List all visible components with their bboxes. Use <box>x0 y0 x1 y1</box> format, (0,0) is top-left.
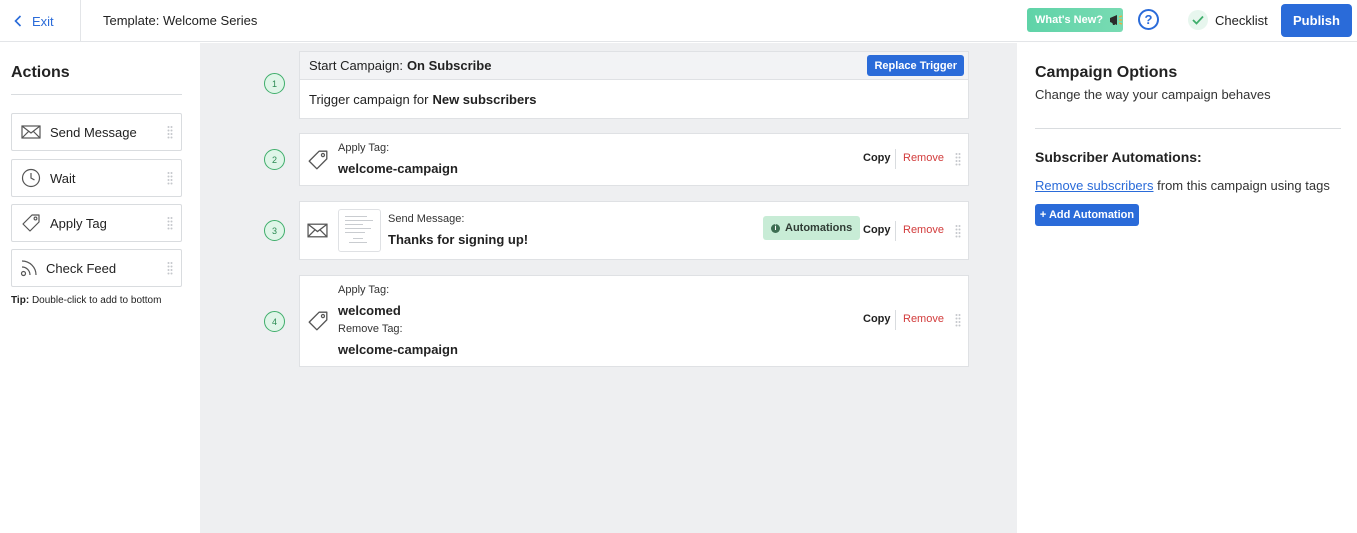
megaphone-icon <box>1110 15 1123 25</box>
subscriber-automations-text: Remove subscribers from this campaign us… <box>1035 178 1330 193</box>
tip-body: Double-click to add to bottom <box>31 295 162 306</box>
remove-button[interactable]: Remove <box>903 224 944 236</box>
action-item-send-message[interactable]: Send Message <box>11 113 182 151</box>
step-label-secondary: Remove Tag: <box>338 323 403 335</box>
action-item-label: Check Feed <box>46 260 117 276</box>
trigger-card[interactable]: Start Campaign: On Subscribe Replace Tri… <box>299 51 969 119</box>
step-number: 4 <box>264 311 285 332</box>
drag-handle-icon[interactable] <box>955 224 961 238</box>
exit-button[interactable]: Exit <box>14 0 54 42</box>
exit-label: Exit <box>32 13 54 29</box>
subscriber-automations-title: Subscriber Automations: <box>1035 149 1202 165</box>
trigger-body-value: New subscribers <box>432 92 537 107</box>
workflow-canvas: 1 Start Campaign: On Subscribe Replace T… <box>200 43 1017 533</box>
trigger-body-prefix: Trigger campaign for <box>309 92 429 107</box>
action-item-wait[interactable]: Wait <box>11 159 182 197</box>
trigger-head-value: On Subscribe <box>406 58 492 73</box>
topbar-divider <box>80 0 81 42</box>
step-value: welcome-campaign <box>338 161 458 176</box>
tip-text: Tip: Double-click to add to bottom <box>11 295 161 306</box>
check-icon <box>1188 10 1208 30</box>
remove-button[interactable]: Remove <box>903 152 944 164</box>
drag-handle-icon[interactable] <box>955 313 961 327</box>
action-item-apply-tag[interactable]: Apply Tag <box>11 204 182 242</box>
step-card-tag-change[interactable]: Apply Tag: welcomed Remove Tag: welcome-… <box>299 275 969 367</box>
step-number: 1 <box>264 73 285 94</box>
trigger-head-prefix: Start Campaign: <box>309 58 403 73</box>
rss-icon <box>20 260 37 277</box>
action-item-label: Wait <box>50 170 76 186</box>
tag-icon <box>308 150 328 170</box>
copy-button[interactable]: Copy <box>863 313 891 325</box>
campaign-options-panel: Campaign Options Change the way your cam… <box>1017 43 1357 533</box>
action-item-label: Send Message <box>50 124 137 140</box>
envelope-icon <box>21 125 41 139</box>
tag-icon <box>22 214 40 232</box>
step-value-secondary: welcome-campaign <box>338 342 458 357</box>
tag-icon <box>308 311 328 331</box>
envelope-icon <box>307 223 328 238</box>
step-value: welcomed <box>338 303 401 318</box>
step-label: Apply Tag: <box>338 142 390 154</box>
message-thumbnail[interactable] <box>338 209 381 252</box>
drag-handle-icon[interactable] <box>167 216 173 230</box>
divider <box>895 221 896 241</box>
step-number: 2 <box>264 149 285 170</box>
whats-new-label: What's New? <box>1035 14 1104 26</box>
options-title: Campaign Options <box>1035 64 1178 81</box>
remove-button[interactable]: Remove <box>903 313 944 325</box>
step-label: Send Message: <box>388 213 465 225</box>
trigger-body: Trigger campaign for New subscribers <box>309 92 537 107</box>
checklist-label: Checklist <box>1215 12 1268 28</box>
options-subtitle: Change the way your campaign behaves <box>1035 87 1271 102</box>
actions-title: Actions <box>11 64 70 81</box>
action-item-check-feed[interactable]: Check Feed <box>11 249 182 287</box>
tip-prefix: Tip: <box>11 295 30 306</box>
options-divider <box>1035 128 1341 129</box>
automations-label: Automations <box>785 222 853 234</box>
drag-handle-icon[interactable] <box>167 125 173 139</box>
chevron-left-icon <box>14 15 22 27</box>
checklist-button[interactable]: Checklist <box>1188 0 1268 40</box>
automations-badge[interactable]: i Automations <box>763 216 861 240</box>
top-bar: Exit Template: Welcome Series What's New… <box>0 0 1357 42</box>
drag-handle-icon[interactable] <box>167 261 173 275</box>
actions-divider <box>11 94 182 95</box>
actions-sidebar: Actions Send Message Wait Apply Tag Chec… <box>0 43 200 533</box>
info-icon: i <box>771 223 780 233</box>
step-number: 3 <box>264 220 285 241</box>
action-item-label: Apply Tag <box>50 215 107 231</box>
trigger-header: Start Campaign: On Subscribe Replace Tri… <box>300 52 968 80</box>
publish-button[interactable]: Publish <box>1281 4 1352 37</box>
remove-subscribers-link[interactable]: Remove subscribers <box>1035 178 1154 193</box>
template-title: Template: Welcome Series <box>103 12 258 28</box>
drag-handle-icon[interactable] <box>955 152 961 166</box>
replace-trigger-button[interactable]: Replace Trigger <box>867 55 964 76</box>
divider <box>895 149 896 169</box>
divider <box>895 310 896 330</box>
whats-new-button[interactable]: What's New? <box>1027 8 1123 32</box>
add-automation-button[interactable]: + Add Automation <box>1035 204 1139 226</box>
copy-button[interactable]: Copy <box>863 152 891 164</box>
step-card-apply-tag[interactable]: Apply Tag: welcome-campaign Copy Remove <box>299 133 969 186</box>
step-card-send-message[interactable]: Send Message: Thanks for signing up! i A… <box>299 201 969 260</box>
drag-handle-icon[interactable] <box>167 171 173 185</box>
step-value: Thanks for signing up! <box>388 232 529 247</box>
step-label: Apply Tag: <box>338 284 390 296</box>
subscriber-automations-suffix: from this campaign using tags <box>1157 178 1330 193</box>
help-icon[interactable]: ? <box>1138 9 1159 30</box>
clock-icon <box>21 168 41 188</box>
copy-button[interactable]: Copy <box>863 224 891 236</box>
